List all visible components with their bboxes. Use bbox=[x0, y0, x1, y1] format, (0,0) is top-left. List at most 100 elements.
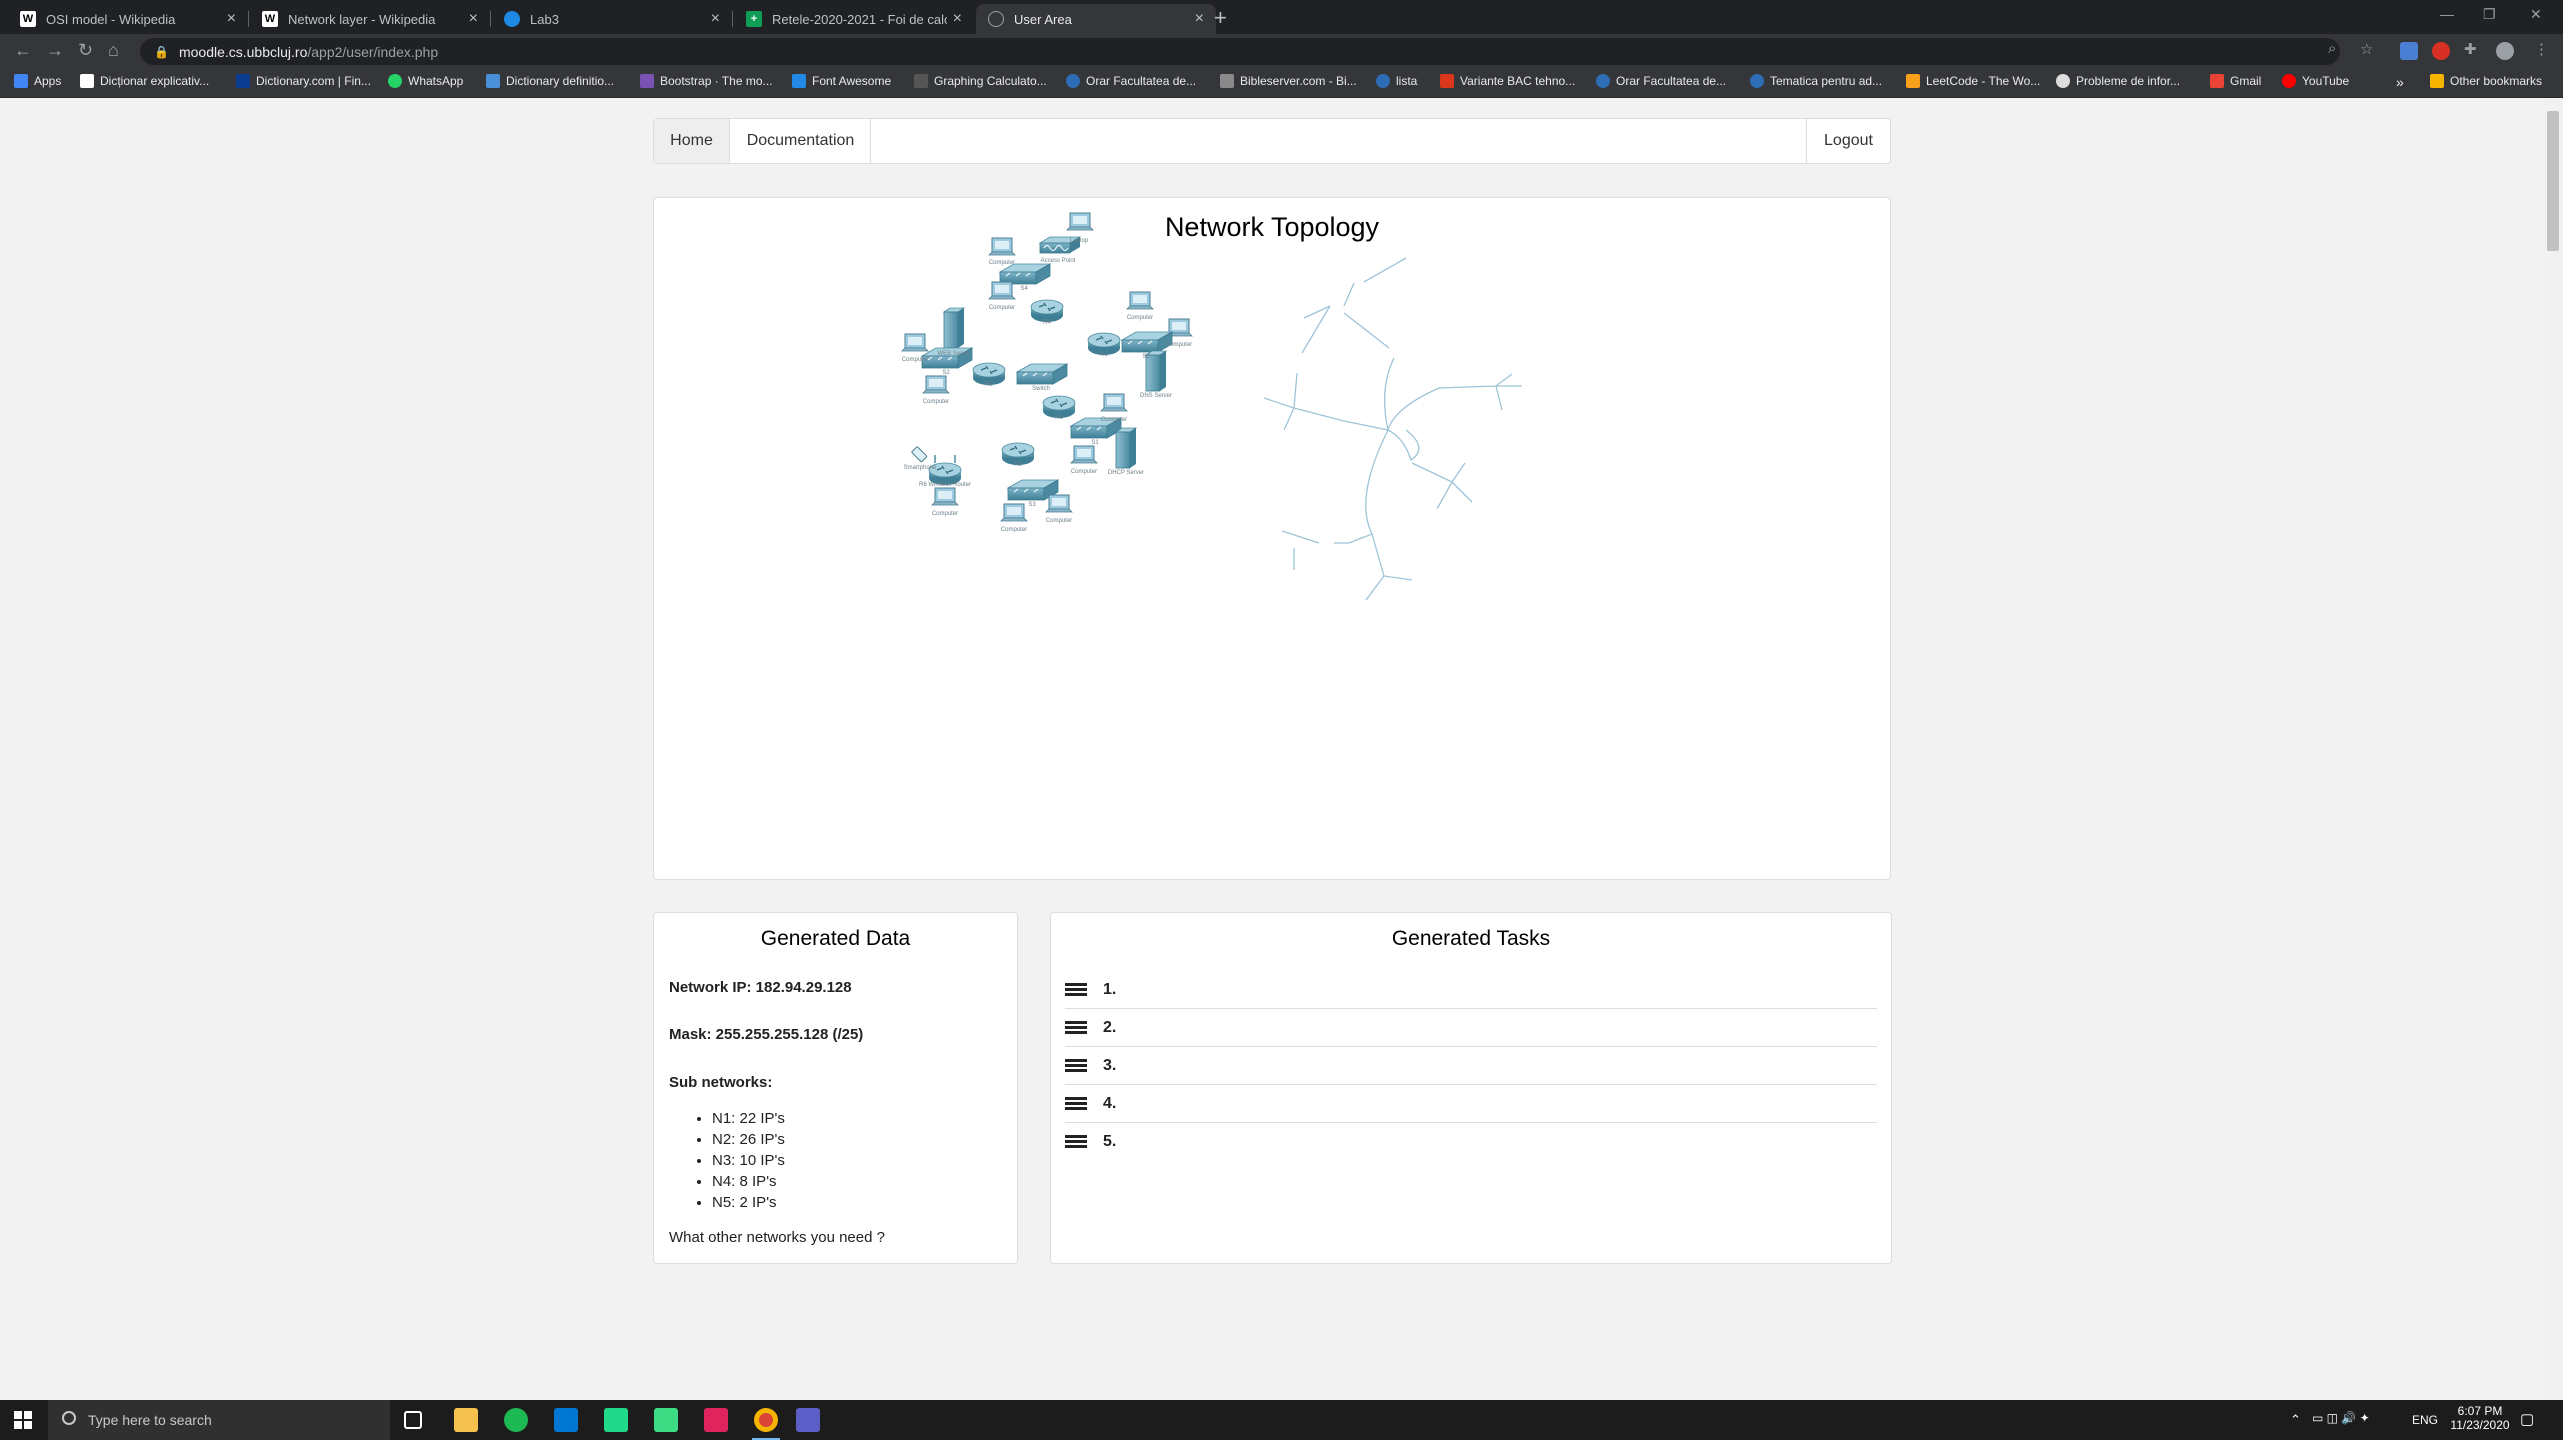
zoom-icon[interactable]: ⌕ bbox=[2328, 40, 2336, 57]
more-bookmarks-icon[interactable]: » bbox=[2396, 74, 2404, 90]
computer-icon bbox=[931, 487, 959, 506]
device-label: Computer bbox=[989, 305, 1015, 311]
nav-logout[interactable]: Logout bbox=[1806, 119, 1890, 163]
device-label: R1 bbox=[1055, 415, 1063, 421]
extensions-icon[interactable]: ✚ bbox=[2464, 40, 2477, 58]
networks-question: What other networks you need ? bbox=[669, 1229, 885, 1246]
pycharm-icon[interactable] bbox=[604, 1408, 628, 1432]
translate-extension-icon[interactable] bbox=[2400, 42, 2418, 60]
tab-retele-sheet[interactable]: + Retele-2020-2021 - Foi de calcul × bbox=[734, 4, 974, 34]
bookmark-lista[interactable]: lista bbox=[1376, 74, 1417, 88]
task-item[interactable]: 5. bbox=[1065, 1123, 1877, 1161]
device-label: Computer bbox=[902, 357, 928, 363]
tray-icons[interactable]: ▭ ◫ 🔊 ✦ bbox=[2312, 1411, 2370, 1425]
bookmark-dictionary-com[interactable]: Dictionary.com | Fin... bbox=[236, 74, 371, 88]
scrollbar-thumb[interactable] bbox=[2547, 111, 2559, 251]
browser-toolbar: ← → ↻ ⌂ 🔒 moodle.cs.ubbcluj.ro/app2/user… bbox=[0, 34, 2563, 68]
device-label: R4 bbox=[1043, 320, 1051, 326]
device-label: R3 bbox=[1014, 462, 1022, 468]
windows-start-icon[interactable] bbox=[14, 1411, 32, 1429]
bookmark-whatsapp[interactable]: WhatsApp bbox=[388, 74, 463, 88]
close-tab-icon[interactable]: × bbox=[953, 10, 962, 28]
vscode-icon[interactable] bbox=[554, 1408, 578, 1432]
lock-icon: 🔒 bbox=[154, 44, 169, 59]
computer-icon bbox=[1000, 503, 1028, 522]
reload-icon[interactable]: ↻ bbox=[78, 40, 93, 61]
close-tab-icon[interactable]: × bbox=[1195, 10, 1204, 28]
bookmark-leetcode[interactable]: LeetCode - The Wo... bbox=[1906, 74, 2040, 88]
close-tab-icon[interactable]: × bbox=[227, 10, 236, 28]
tab-lab3[interactable]: Lab3 × bbox=[492, 4, 732, 34]
tab-osi-model[interactable]: W OSI model - Wikipedia × bbox=[8, 4, 248, 34]
generated-data-title: Generated Data bbox=[760, 927, 911, 950]
clock[interactable]: 6:07 PM 11/23/2020 bbox=[2450, 1404, 2510, 1432]
device-label: Laptop bbox=[1070, 238, 1089, 244]
bookmark-gmail[interactable]: Gmail bbox=[2210, 74, 2261, 88]
device-label: WEB Server bbox=[937, 351, 970, 357]
close-tab-icon[interactable]: × bbox=[711, 10, 720, 28]
spotify-icon[interactable] bbox=[504, 1408, 528, 1432]
android-studio-icon[interactable] bbox=[654, 1408, 678, 1432]
close-tab-icon[interactable]: × bbox=[469, 10, 478, 28]
menu-icon[interactable]: ⋮ bbox=[2534, 40, 2549, 58]
task-item[interactable]: 4. bbox=[1065, 1085, 1877, 1123]
bookmark-bibleserver[interactable]: Bibleserver.com - Bi... bbox=[1220, 74, 1357, 88]
bookmark-probleme-info[interactable]: Probleme de infor... bbox=[2056, 74, 2180, 88]
computer-icon bbox=[1045, 494, 1073, 513]
device-label: DNS Server bbox=[1140, 393, 1172, 399]
bookmark-variante-bac[interactable]: Variante BAC tehno... bbox=[1440, 74, 1575, 88]
task-view-icon[interactable] bbox=[404, 1411, 422, 1429]
other-bookmarks[interactable]: Other bookmarks bbox=[2430, 74, 2542, 88]
device-label: S4 bbox=[1020, 286, 1028, 292]
computer-icon bbox=[1100, 393, 1128, 412]
bookmark-graphing-calculator[interactable]: Graphing Calculato... bbox=[914, 74, 1047, 88]
taskbar-search-input[interactable]: Type here to search bbox=[48, 1400, 390, 1440]
forward-icon[interactable]: → bbox=[46, 40, 64, 61]
restore-icon[interactable]: ❐ bbox=[2483, 6, 2496, 23]
device-label: S1 bbox=[1091, 440, 1099, 446]
minimize-icon[interactable]: — bbox=[2440, 6, 2454, 22]
chrome-icon[interactable] bbox=[754, 1408, 778, 1432]
file-explorer-icon[interactable] bbox=[454, 1408, 478, 1432]
bookmark-bootstrap[interactable]: Bootstrap · The mo... bbox=[640, 74, 773, 88]
close-window-icon[interactable]: ✕ bbox=[2530, 6, 2542, 23]
device-label: R2 bbox=[985, 382, 993, 388]
bookmark-font-awesome[interactable]: Font Awesome bbox=[792, 74, 891, 88]
search-icon bbox=[62, 1411, 76, 1425]
back-icon[interactable]: ← bbox=[14, 40, 32, 61]
tray-chevron-icon[interactable]: ⌃ bbox=[2290, 1412, 2301, 1428]
bookmark-orar-1[interactable]: Orar Facultatea de... bbox=[1066, 74, 1196, 88]
nav-home[interactable]: Home bbox=[654, 119, 730, 163]
device-label: S5 bbox=[1142, 354, 1150, 360]
profile-avatar[interactable] bbox=[2496, 42, 2514, 60]
bookmark-youtube[interactable]: YouTube bbox=[2282, 74, 2349, 88]
new-tab-button[interactable]: + bbox=[1214, 5, 1227, 31]
nav-documentation[interactable]: Documentation bbox=[731, 119, 871, 163]
tab-user-area[interactable]: User Area × bbox=[976, 4, 1216, 34]
bookmark-dictionar[interactable]: Dicționar explicativ... bbox=[80, 74, 209, 88]
bookmark-tematica[interactable]: Tematica pentru ad... bbox=[1750, 74, 1882, 88]
bookmark-star-icon[interactable]: ☆ bbox=[2360, 40, 2373, 58]
tab-network-layer[interactable]: W Network layer - Wikipedia × bbox=[250, 4, 490, 34]
bookmark-apps[interactable]: Apps bbox=[14, 74, 61, 88]
notifications-icon[interactable]: ▢ bbox=[2520, 1410, 2534, 1428]
language-indicator[interactable]: ENG bbox=[2412, 1413, 2438, 1427]
server-list-icon bbox=[1065, 1059, 1087, 1077]
switch-icon bbox=[1121, 331, 1173, 353]
task-item[interactable]: 2. bbox=[1065, 1009, 1877, 1047]
task-item[interactable]: 1. bbox=[1065, 971, 1877, 1009]
teams-icon[interactable] bbox=[796, 1408, 820, 1432]
pbinfo-icon bbox=[2056, 74, 2070, 88]
device-label: Computer bbox=[923, 399, 949, 405]
pdf-extension-icon[interactable] bbox=[2432, 42, 2450, 60]
page-scrollbar[interactable] bbox=[2543, 99, 2563, 1399]
server-icon bbox=[943, 307, 965, 349]
bac-icon bbox=[1440, 74, 1454, 88]
address-bar[interactable]: 🔒 moodle.cs.ubbcluj.ro/app2/user/index.p… bbox=[140, 38, 2340, 65]
task-item[interactable]: 3. bbox=[1065, 1047, 1877, 1085]
home-icon[interactable]: ⌂ bbox=[108, 40, 119, 61]
bookmark-dictionary-definition[interactable]: Dictionary definitio... bbox=[486, 74, 614, 88]
jetbrains-icon[interactable] bbox=[704, 1408, 728, 1432]
bookmark-orar-2[interactable]: Orar Facultatea de... bbox=[1596, 74, 1726, 88]
wikipedia-icon: W bbox=[262, 11, 278, 27]
